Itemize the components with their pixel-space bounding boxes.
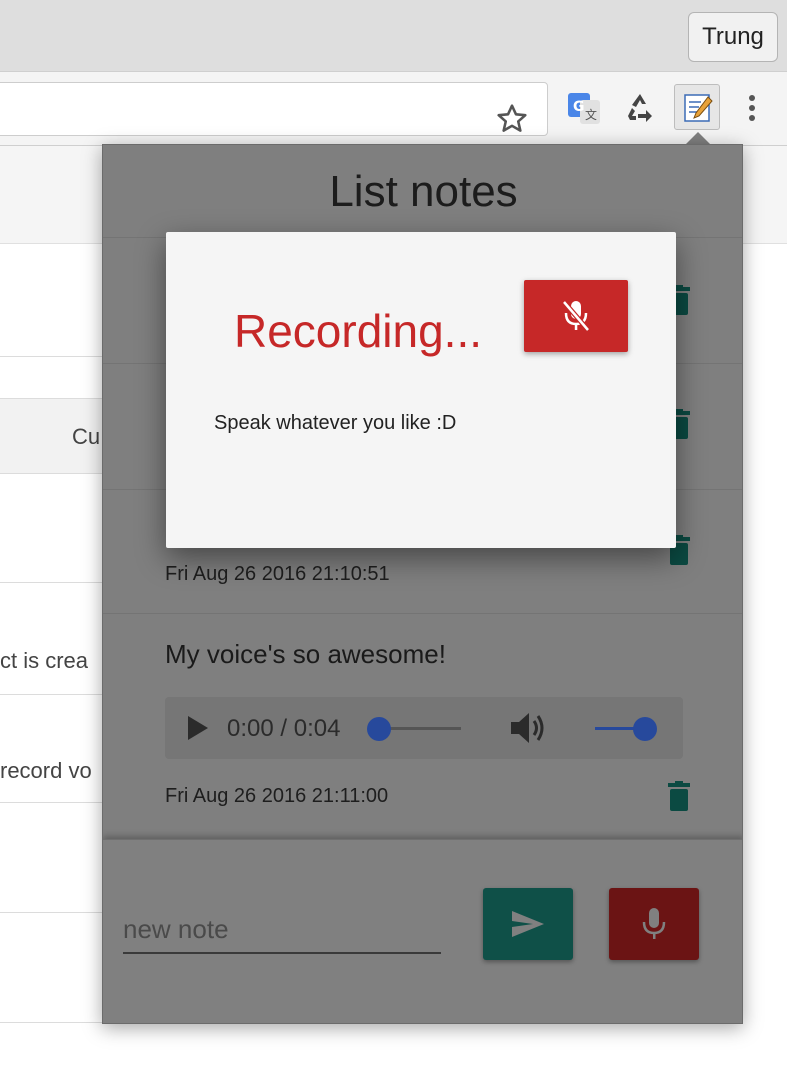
divider [0,694,110,695]
address-bar[interactable] [0,82,548,136]
note-date: Fri Aug 26 2016 21:10:51 [165,563,390,585]
record-button[interactable] [609,888,699,960]
volume-handle[interactable] [633,717,657,741]
send-button[interactable] [483,888,573,960]
volume-icon[interactable] [509,710,549,746]
recording-title: Recording... [234,305,483,357]
recycle-icon[interactable] [622,90,658,126]
svg-text:文: 文 [585,107,597,122]
divider [0,912,110,913]
notes-extension-icon [684,94,713,122]
row-text-fragment: record vo [0,758,92,783]
audio-player: 0:00 / 0:04 [165,697,683,759]
google-translate-icon[interactable]: G 文 [566,90,602,126]
browser-title-bar: Trung [0,0,787,72]
microphone-icon [642,908,666,939]
notes-extension-button[interactable] [674,84,720,130]
divider [0,1022,110,1023]
microphone-off-icon [562,300,590,332]
trash-icon[interactable] [667,781,691,811]
note-text: My voice's so awesome! [165,639,446,669]
profile-button[interactable]: Trung [688,12,778,62]
recording-dialog: Recording... Speak whatever you like :D [166,232,676,548]
audio-time: 0:00 / 0:04 [227,715,341,742]
divider [0,356,110,357]
new-note-input[interactable] [123,906,441,954]
row-text-fragment: ct is crea [0,648,89,673]
new-note-bar [103,839,742,1023]
recording-hint: Speak whatever you like :D [214,412,457,434]
popup-pointer [686,132,710,144]
column-header-fragment: Cu [72,424,101,449]
svg-text:G: G [573,99,585,115]
divider [0,802,110,803]
seek-handle[interactable] [367,717,391,741]
note-date: Fri Aug 26 2016 21:11:00 [165,785,389,807]
stop-recording-button[interactable] [524,280,628,352]
play-icon[interactable] [185,714,211,742]
menu-dots-icon[interactable] [740,90,764,126]
send-icon [512,911,544,937]
popup-title: List notes [329,167,518,216]
star-icon[interactable] [495,102,529,136]
browser-toolbar: G 文 [0,72,787,146]
divider [103,613,742,614]
divider [0,582,110,583]
